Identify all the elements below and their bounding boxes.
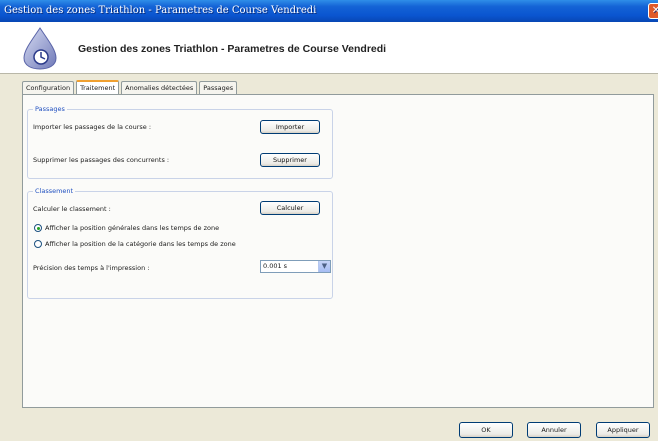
tab-panel-traitement: Passages Importer les passages de la cou…	[22, 94, 654, 408]
tab-passages[interactable]: Passages	[199, 81, 238, 94]
tab-configuration[interactable]: Configuration	[22, 81, 75, 94]
precision-label: Précision des temps à l'impression :	[33, 264, 150, 272]
delete-label: Supprimer les passages des concurrents :	[33, 156, 170, 164]
calc-label: Calculer le classement :	[33, 205, 111, 213]
delete-button[interactable]: Supprimer	[260, 153, 320, 167]
window-titlebar: Gestion des zones Triathlon - Parametres…	[0, 0, 658, 22]
radio-position-categorie[interactable]	[34, 240, 42, 248]
tab-strip: Configuration Traitement Anomalies détec…	[22, 80, 239, 94]
dialog-header: Gestion des zones Triathlon - Parametres…	[0, 22, 658, 74]
ok-button[interactable]: OK	[459, 422, 513, 438]
precision-select-value: 0.001 s	[263, 262, 288, 270]
window-title: Gestion des zones Triathlon - Parametres…	[4, 5, 317, 16]
header-title: Gestion des zones Triathlon - Parametres…	[78, 43, 387, 55]
group-classement-legend: Classement	[33, 187, 76, 195]
tab-anomalies[interactable]: Anomalies détectées	[121, 81, 198, 94]
import-label: Importer les passages de la course :	[33, 123, 152, 131]
tab-traitement[interactable]: Traitement	[76, 80, 120, 94]
group-classement: Classement Calculer le classement : Calc…	[27, 187, 333, 299]
close-icon[interactable]: ✕	[648, 3, 658, 19]
calc-button[interactable]: Calculer	[260, 201, 320, 215]
import-button[interactable]: Importer	[260, 120, 320, 134]
apply-button[interactable]: Appliquer	[596, 422, 650, 438]
radio-position-generale[interactable]	[34, 224, 42, 232]
app-logo-icon	[23, 27, 57, 70]
radio-position-generale-label[interactable]: Afficher la position générales dans les …	[45, 224, 219, 232]
chevron-down-icon[interactable]: ▼	[318, 261, 330, 272]
precision-select[interactable]: 0.001 s ▼	[260, 260, 331, 273]
cancel-button[interactable]: Annuler	[527, 422, 581, 438]
group-passages: Passages Importer les passages de la cou…	[27, 105, 333, 179]
group-passages-legend: Passages	[33, 105, 67, 113]
radio-position-categorie-label[interactable]: Afficher la position de la catégorie dan…	[45, 240, 236, 248]
